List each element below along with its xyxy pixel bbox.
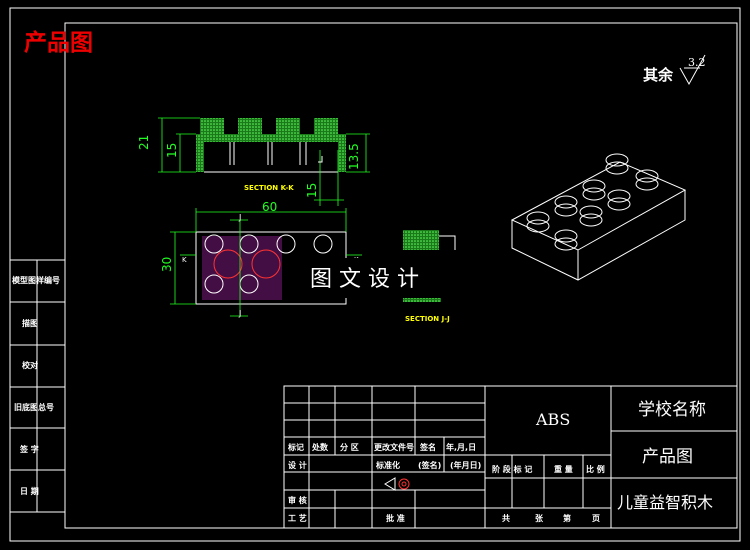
isometric-brick xyxy=(510,153,687,281)
section-kk-view xyxy=(158,117,370,206)
roughness-value: 3.2 xyxy=(688,56,706,69)
tb-approve: 批 准 xyxy=(386,513,405,523)
tb-part-name: 儿童益智积木 xyxy=(617,493,713,512)
tb-process: 工 艺 xyxy=(288,513,307,523)
section-jj-label: SECTION J-J xyxy=(405,315,450,323)
tb-review: 审 核 xyxy=(288,495,307,505)
dim-30: 30 xyxy=(160,257,174,272)
dim-15: 15 xyxy=(165,143,179,158)
dim-60: 60 xyxy=(262,200,277,214)
tb-material: ABS xyxy=(535,410,570,429)
tb-sheet-4: 页 xyxy=(592,514,600,523)
watermark: 图 文 设 计 xyxy=(310,267,419,292)
mark-j-bottom: J xyxy=(238,309,241,318)
tb-row-label-6: 年,月,日 xyxy=(446,442,476,452)
side-label-4: 旧底图总号 xyxy=(14,402,54,412)
drawing-title: 产品图 xyxy=(24,29,93,56)
tb-sheet-1: 共 xyxy=(502,513,510,523)
tb-row-label-3: 分 区 xyxy=(340,442,359,452)
side-label-1: 模型图样编号 xyxy=(12,275,60,285)
tb-row-label-5: 签名 xyxy=(419,442,436,452)
tb-stage-1: 阶 段 标 记 xyxy=(492,464,532,474)
side-label-3: 校对 xyxy=(22,360,38,370)
tb-sheet-3: 第 xyxy=(563,513,571,523)
mark-k-left: K xyxy=(182,256,187,264)
tb-sheet-2: 张 xyxy=(535,514,544,523)
tb-sign: (签名) xyxy=(418,460,441,470)
dim-13-5: 13.5 xyxy=(347,143,361,170)
section-kk-label: SECTION K-K xyxy=(244,184,294,192)
tb-drawing-type: 产品图 xyxy=(642,447,693,467)
tb-row-label-4: 更改文件号 xyxy=(374,442,414,452)
tb-design: 设 计 xyxy=(288,460,307,470)
tb-row-label-1: 标记 xyxy=(287,442,304,452)
tb-row-label-2: 处数 xyxy=(311,442,329,452)
tb-stage-2: 重 量 xyxy=(554,464,573,474)
drawing-sheet: 模型图样编号 描图 校对 旧底图总号 签 字 日 期 产品图 其余 3.2 21… xyxy=(9,7,741,542)
side-label-5: 签 字 xyxy=(19,444,39,454)
side-label-2: 描图 xyxy=(22,318,38,328)
side-strip xyxy=(10,259,65,513)
projection-symbol xyxy=(384,477,410,491)
tb-date: (年月日) xyxy=(450,460,481,470)
tb-standardize: 标准化 xyxy=(375,460,400,470)
roughness-prefix: 其余 xyxy=(643,66,674,84)
side-label-6: 日 期 xyxy=(20,486,39,496)
mark-j-top: J xyxy=(238,213,241,222)
tb-stage-3: 比 例 xyxy=(586,464,605,474)
dim-21: 21 xyxy=(137,135,151,150)
dim-bottom-15: 15 xyxy=(305,183,319,198)
tb-school: 学校名称 xyxy=(638,400,706,420)
